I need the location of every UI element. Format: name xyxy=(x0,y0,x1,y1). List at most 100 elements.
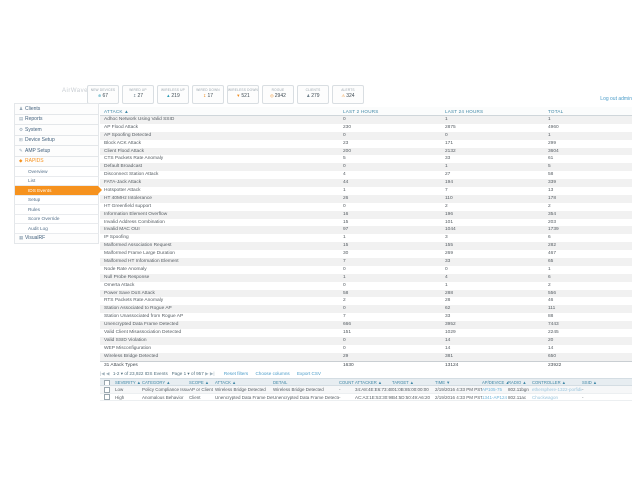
attack-row[interactable]: Invalid Address Combination15101203 xyxy=(100,219,632,227)
pager-page-text[interactable]: Page 1 ▾ of 957 xyxy=(172,371,204,376)
column-header-scope[interactable]: SCOPE ▲ xyxy=(189,379,215,385)
column-header-ssid[interactable]: SSID ▲ xyxy=(582,379,632,385)
stat-clients[interactable]: CLIENTS ♟279 xyxy=(297,85,329,104)
select-all-checkbox[interactable] xyxy=(100,379,115,385)
sidebar-item-system[interactable]: ⚙System xyxy=(14,125,99,136)
column-header-time[interactable]: TIME ▼ xyxy=(435,379,482,385)
cell: 46 xyxy=(548,297,632,305)
attack-row[interactable]: Omerta Attack012 xyxy=(100,282,632,290)
stat-rogue[interactable]: ROGUE ◎2942 xyxy=(262,85,294,104)
sidebar-item-reports[interactable]: ▤Reports xyxy=(14,115,99,126)
cell: 269 xyxy=(445,250,548,258)
cell: 4 xyxy=(343,171,445,179)
attack-row[interactable]: Malformed Association Request15155282 xyxy=(100,242,632,250)
column-header-total[interactable]: TOTAL xyxy=(548,107,632,115)
wired-down-icon: ↧ xyxy=(203,93,207,98)
cell: 3 xyxy=(445,234,548,242)
stat-wired-up[interactable]: WIRED UP ↥27 xyxy=(122,85,154,104)
attack-row[interactable]: Station Associated to Rogue AP062111 xyxy=(100,305,632,313)
ids-event-row[interactable]: LowPolicy Compliance IssueAP or ClientWi… xyxy=(100,386,632,394)
logout-link[interactable]: Log out admin xyxy=(600,96,632,102)
sidebar-item-list[interactable]: List xyxy=(14,177,99,187)
column-header-severity[interactable]: SEVERITY ▲ xyxy=(115,379,142,385)
column-header-attacker[interactable]: ATTACKER ▲ xyxy=(355,379,392,385)
sidebar-item-audit-log[interactable]: Audit Log xyxy=(14,224,99,234)
column-header-attack[interactable]: ATTACK ▲ xyxy=(215,379,273,385)
attack-row[interactable]: Malformed Frame Large Duration30269467 xyxy=(100,250,632,258)
attack-row[interactable]: Wireless Bridge Detected29381650 xyxy=(100,353,632,361)
attack-row[interactable]: Default Broadcast015 xyxy=(100,163,632,171)
attack-row[interactable]: HT Greenfield support022 xyxy=(100,203,632,211)
export-csv-link[interactable]: Export CSV xyxy=(297,371,321,376)
stat-value: 2942 xyxy=(275,93,286,99)
pager-prev-icons[interactable]: |◀ ◀ xyxy=(100,371,110,376)
sidebar-item-ids-events[interactable]: IDS Events xyxy=(14,186,99,196)
attack-row[interactable]: Unencrypted Data Frame Detected666395274… xyxy=(100,321,632,329)
column-header-attack[interactable]: ATTACK ▲ xyxy=(100,107,343,115)
attack-row[interactable]: Valid SSID Violation01420 xyxy=(100,337,632,345)
attack-row[interactable]: Null Probe Response146 xyxy=(100,274,632,282)
attack-row[interactable]: Adhoc Network Using Valid SSID011 xyxy=(100,116,632,124)
attack-row[interactable]: RTS Packets Rate Anomaly22846 xyxy=(100,297,632,305)
choose-columns-link[interactable]: Choose columns xyxy=(255,371,289,376)
column-header-controller[interactable]: CONTROLLER ▲ xyxy=(532,379,582,385)
stat-value: 27 xyxy=(137,93,143,99)
stat-wireless-up[interactable]: WIRELESS UP ▲219 xyxy=(157,85,189,104)
column-header-detail[interactable]: DETAIL xyxy=(273,379,339,385)
attack-row[interactable]: Valid Client Misassociation Detected1511… xyxy=(100,329,632,337)
attack-row[interactable]: Client Flood Attack20021323604 xyxy=(100,148,632,156)
attack-row[interactable]: AP Spoofing Detected001 xyxy=(100,132,632,140)
cell: 2 xyxy=(445,203,548,211)
attack-row[interactable]: Block ACK Attack23171299 xyxy=(100,140,632,148)
column-header-last-24-hours[interactable]: LAST 24 HOURS xyxy=(445,107,548,115)
column-header-target[interactable]: TARGET ▲ xyxy=(392,379,435,385)
sidebar-item-rules[interactable]: Rules xyxy=(14,205,99,215)
attack-row[interactable]: AP Flood Attack23028754960 xyxy=(100,124,632,132)
attack-row[interactable]: Invalid MAC OUI9710441739 xyxy=(100,226,632,234)
cell: CTS Packets Rate Anomaly xyxy=(100,155,343,163)
cell: 339 xyxy=(548,179,632,187)
footer-last-24-hours: 13124 xyxy=(445,362,548,369)
cell: 171 xyxy=(445,140,548,148)
pager-next-icons[interactable]: ▶ ▶| xyxy=(205,371,215,376)
attack-row[interactable]: FATA-Jack Attack44194339 xyxy=(100,179,632,187)
column-header-last-2-hours[interactable]: LAST 2 HOURS xyxy=(343,107,445,115)
column-header-ap-device[interactable]: AP/DEVICE ▲ xyxy=(482,379,508,385)
attack-row[interactable]: Node Rate Anomaly001 xyxy=(100,266,632,274)
column-header-category[interactable]: CATEGORY ▲ xyxy=(142,379,189,385)
sidebar-item-overview[interactable]: Overview xyxy=(14,167,99,177)
cell: 2875 xyxy=(445,124,548,132)
stat-wireless-down[interactable]: WIRELESS DOWN ▼521 xyxy=(227,85,259,104)
attack-row[interactable]: CTS Packets Rate Anomaly53361 xyxy=(100,155,632,163)
sidebar-sub-label: List xyxy=(28,178,35,183)
attack-row[interactable]: Power Save DoS Attack58288556 xyxy=(100,290,632,298)
row-checkbox[interactable] xyxy=(100,394,115,401)
attack-row[interactable]: Information Element Overflow16196354 xyxy=(100,211,632,219)
column-header-radio[interactable]: RADIO ▲ xyxy=(508,379,532,385)
ids-event-row[interactable]: HighAnomalous BehaviorClientUnencrypted … xyxy=(100,394,632,402)
column-header-count[interactable]: COUNT xyxy=(339,379,355,385)
sidebar-item-device-setup[interactable]: ⊞Device Setup xyxy=(14,136,99,147)
attack-row[interactable]: WEP Misconfiguration01414 xyxy=(100,345,632,353)
stat-new-devices[interactable]: NEW DEVICES ⊕67 xyxy=(87,85,119,104)
attack-row[interactable]: IP Spoofing136 xyxy=(100,234,632,242)
stat-alerts[interactable]: ALERTS ⚠324 xyxy=(332,85,364,104)
sidebar-item-score-override[interactable]: Score Override xyxy=(14,215,99,225)
stat-wired-down[interactable]: WIRED DOWN ↧17 xyxy=(192,85,224,104)
cell: 2245 xyxy=(548,329,632,337)
row-checkbox[interactable] xyxy=(100,386,115,393)
cell: 0 xyxy=(343,132,445,140)
sidebar-item-clients[interactable]: ♟Clients xyxy=(14,104,99,115)
attack-row[interactable]: Hotspotter Attack1713 xyxy=(100,187,632,195)
reset-filters-link[interactable]: Reset filters xyxy=(224,371,248,376)
attack-row[interactable]: Station Unassociated from Rogue AP73388 xyxy=(100,313,632,321)
attack-row[interactable]: HT 40MHz Intolerance26110178 xyxy=(100,195,632,203)
sidebar-item-rapids[interactable]: ◆RAPIDS xyxy=(14,157,99,168)
sidebar-item-setup[interactable]: Setup xyxy=(14,196,99,206)
attack-row[interactable]: Malformed HT Information Element73365 xyxy=(100,258,632,266)
attack-row[interactable]: Disconnect Station Attack42758 xyxy=(100,171,632,179)
sidebar-item-label: RAPIDS xyxy=(25,158,44,164)
sidebar-item-visualrf[interactable]: ▦VisualRF xyxy=(14,234,99,245)
pager-range-text[interactable]: 1-2 ▾ of 23,922 IDS Events xyxy=(113,371,168,376)
sidebar-item-amp-setup[interactable]: ✎AMP Setup xyxy=(14,146,99,157)
